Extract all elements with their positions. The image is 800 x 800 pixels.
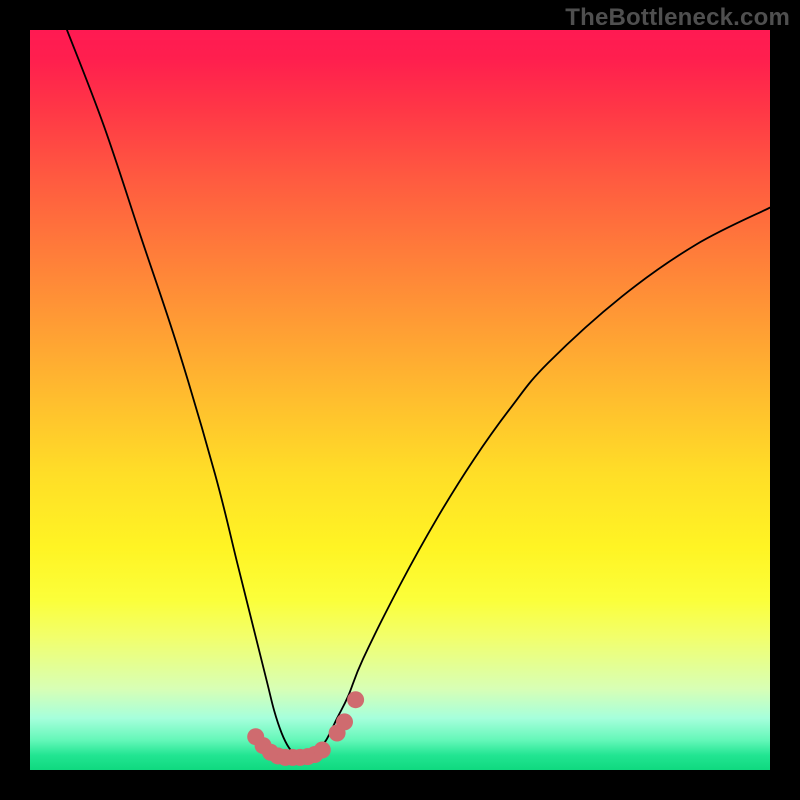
chart-plot-area xyxy=(30,30,770,770)
chart-svg xyxy=(30,30,770,770)
chart-frame: TheBottleneck.com xyxy=(0,0,800,800)
bottom-marker xyxy=(314,742,331,759)
bottom-marker xyxy=(336,713,353,730)
bottom-marker-group xyxy=(247,691,364,766)
bottom-marker xyxy=(347,691,364,708)
watermark-text: TheBottleneck.com xyxy=(565,4,790,32)
bottleneck-curve-line xyxy=(67,30,770,756)
